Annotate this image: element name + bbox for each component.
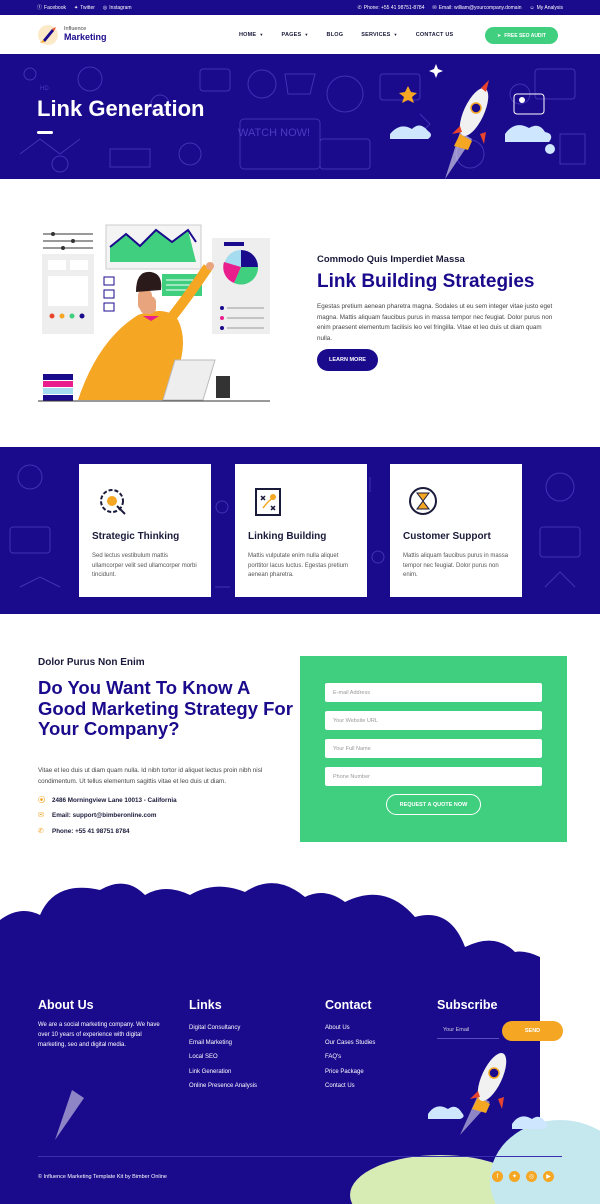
gear-brain-icon [95,484,129,518]
instagram-icon: ◎ [102,4,108,11]
learn-more-button[interactable]: LEARN MORE [317,349,378,371]
footer-contact-link[interactable]: Contact Us [325,1083,355,1089]
topbar-phone: ✆ Phone: +55 41 98751-8784 [357,4,425,11]
request-quote-button[interactable]: REQUEST A QUOTE NOW [386,794,481,815]
facebook-icon: ⓕ [37,5,43,11]
strategy-board-icon [251,484,285,518]
footer-contact-link[interactable]: FAQ's [325,1054,341,1060]
topbar-email[interactable]: ✉ Email: william@yourcompany.domain [432,5,521,11]
send-plane-icon: ➤ [497,32,502,39]
nav-item-blog[interactable]: BLOG [327,32,344,38]
chevron-down-icon: ▼ [304,32,309,37]
nav-item-home[interactable]: HOME ▼ [239,32,263,38]
footer-link[interactable]: Link Generation [189,1069,231,1075]
youtube-social-icon[interactable]: ▶ [543,1171,554,1182]
footer-about-text: We are a social marketing company. We ha… [38,1022,160,1048]
footer-contact-title: Contact [325,998,372,1012]
feature-body: Mattis aliquam faucibus purus in massa t… [403,553,509,579]
facebook-social-icon[interactable]: f [492,1171,503,1182]
contact-phone: ✆ Phone: +55 41 98751 8784 [38,827,130,836]
website-field[interactable]: Your Website URL [325,711,542,730]
quote-title: Do You Want To Know A Good Marketing Str… [38,677,293,739]
nav-item-pages[interactable]: PAGES ▼ [281,32,308,38]
rocket-logo-icon [37,24,59,46]
instagram-social-icon[interactable]: ◎ [526,1171,537,1182]
feature-title: Customer Support [403,531,491,542]
copyright-text: © Influence Marketing Template Kit by Bi… [38,1174,167,1180]
footer-divider [38,1156,562,1157]
envelope-icon: ✉ [38,812,44,819]
title-underline [37,131,53,134]
chevron-down-icon: ▼ [259,32,264,37]
my-analysis-link[interactable]: ☺ My Analysis [529,5,563,11]
quote-form: E-mail Address Your Website URL Your Ful… [300,656,567,842]
contact-address: ⦿ 2486 Morningview Lane 10013 - Californi… [38,796,177,805]
nav-item-contact-us[interactable]: CONTACT US [416,32,454,38]
footer-link[interactable]: Email Marketing [189,1040,232,1046]
marketer-illustration [38,224,270,402]
user-icon: ☺ [529,4,535,11]
hero-doodle-hd-text: HD [40,86,49,92]
hourglass-support-icon [406,484,440,518]
intro-body: Egestas pretium aenean pharetra magna. S… [317,303,553,342]
phone-icon: ✆ [357,4,362,11]
facebook-link[interactable]: ⓕ Facebook [37,4,66,12]
twitter-icon: ✦ [73,4,79,11]
twitter-link[interactable]: ✦ Twitter [74,5,95,11]
logo-text-bottom: Marketing [64,31,107,42]
envelope-icon: ✉ [432,4,437,11]
feature-title: Linking Building [248,531,327,542]
page-title: Link Generation [37,96,205,121]
subscribe-send-button[interactable]: SEND [502,1021,563,1041]
twitter-social-icon[interactable]: ✦ [509,1171,520,1182]
footer-subscribe-title: Subscribe [437,998,498,1012]
subscribe-email-input[interactable]: Your Email [437,1022,499,1039]
feature-title: Strategic Thinking [92,531,180,542]
phone-field[interactable]: Phone Number [325,767,542,786]
quote-subtitle: Dolor Purus Non Enim [38,657,145,668]
email-field[interactable]: E-mail Address [325,683,542,702]
top-bar: ⓕ Facebook ✦ Twitter ◎ Instagram ✆ Phone: +5… [0,0,600,15]
footer-link[interactable]: Online Presence Analysis [189,1083,257,1089]
feature-card: Strategic Thinking Sed lectus vestibulum … [79,464,211,597]
page-hero: WATCH NOW! HD Link Generation [0,54,600,179]
site-logo[interactable]: Influence Marketing [37,24,187,46]
hero-doodle-text: WATCH NOW! [238,127,310,139]
intro-subtitle: Commodo Quis Imperdiet Massa [317,254,465,265]
footer-contact-link[interactable]: Price Package [325,1069,364,1075]
footer-link[interactable]: Digital Consultancy [189,1025,240,1031]
contact-email[interactable]: ✉ Email: support@bimberonline.com [38,811,156,820]
full-name-field[interactable]: Your Full Name [325,739,542,758]
chart-sliders-panel [43,232,93,250]
phone-icon: ✆ [38,828,44,835]
footer-contact-link[interactable]: Our Cases Studies [325,1040,375,1046]
quote-body: Vitae et leo duis ut diam quam nulla. Id… [38,767,263,785]
chevron-down-icon: ▼ [393,32,398,37]
instagram-link[interactable]: ◎ Instagram [103,5,132,11]
feature-card: Linking Building Mattis vulputate enim nu… [235,464,367,597]
primary-menu: HOME ▼ PAGES ▼ BLOG SERVICES ▼ CONTACT US [239,32,453,38]
nav-item-services[interactable]: SERVICES ▼ [361,32,398,38]
footer-links-title: Links [189,998,222,1012]
video-camera-doodle [513,93,545,115]
footer-contact-link[interactable]: About Us [325,1025,350,1031]
footer-link[interactable]: Local SEO [189,1054,218,1060]
feature-body: Sed lectus vestibulum mattis ullamcorper… [92,553,197,579]
feature-card: Customer Support Mattis aliquam faucibus … [390,464,522,597]
free-seo-audit-button[interactable]: ➤ FREE SEO AUDIT [485,27,558,44]
footer-about-title: About Us [38,998,94,1012]
feature-body: Mattis vulputate enim nulla aliquet port… [248,553,349,579]
map-pin-icon: ⦿ [38,797,45,804]
intro-title: Link Building Strategies [317,271,535,292]
